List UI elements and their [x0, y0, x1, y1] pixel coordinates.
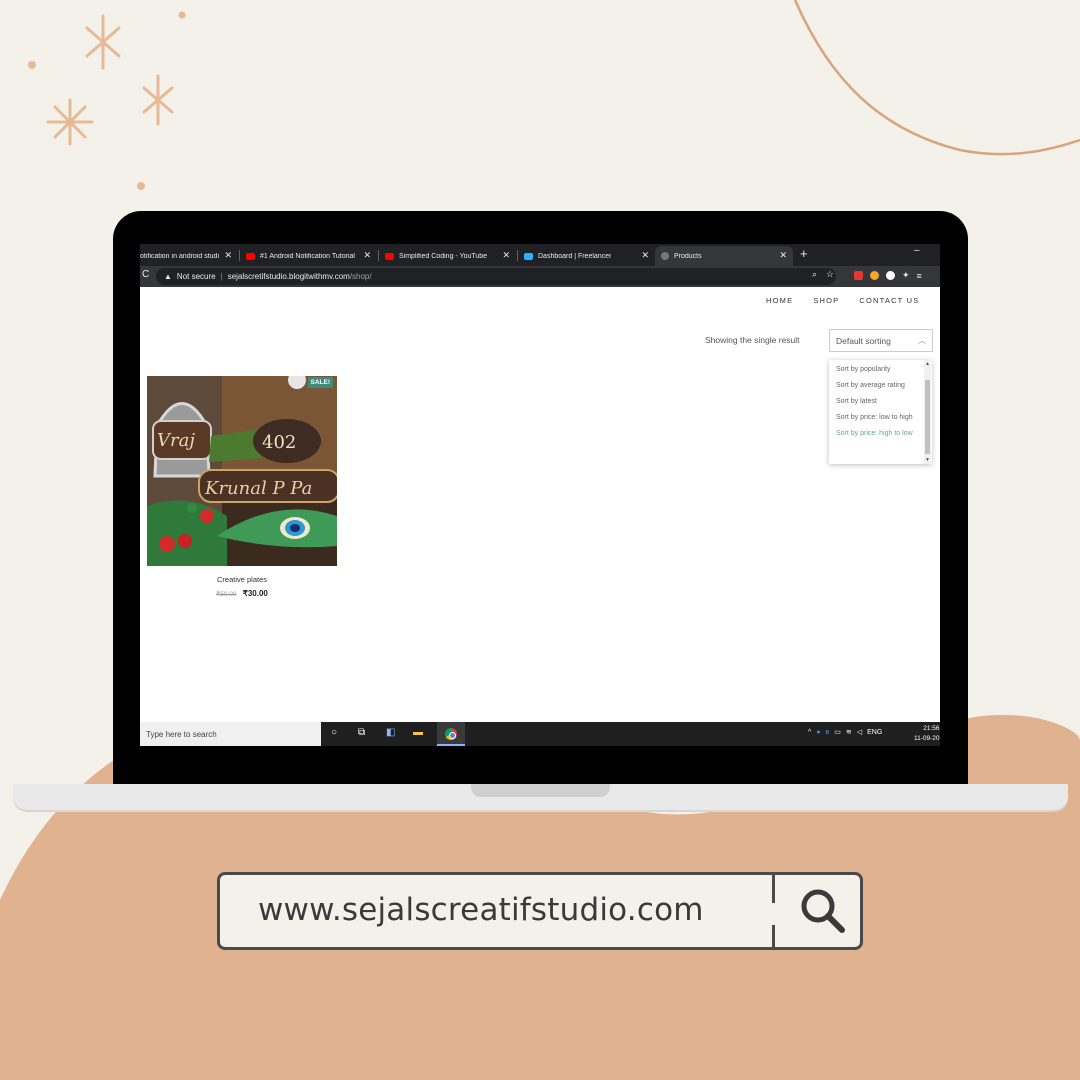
laptop-notch: [471, 784, 610, 797]
scrollbar-thumb[interactable]: [925, 380, 930, 454]
omnibox[interactable]: ▲ Not secure | sejalscretifstudio.blogit…: [156, 268, 836, 285]
volume-icon[interactable]: ◁: [857, 728, 862, 736]
battery-icon[interactable]: ▭: [834, 728, 841, 736]
old-price: ₹50.00: [216, 591, 237, 598]
nav-contact-us[interactable]: CONTACT US: [859, 296, 919, 305]
minimize-button[interactable]: –: [914, 245, 920, 256]
product-image[interactable]: Vraj 402 Krunal P Pa SALE!: [147, 376, 337, 566]
tab-products[interactable]: Products ✕: [655, 246, 793, 266]
close-icon[interactable]: ✕: [779, 250, 787, 261]
tab-label: Dashboard | Freelancer: [538, 252, 612, 260]
sort-selected-value: Default sorting: [836, 335, 891, 346]
sale-badge: SALE!: [307, 377, 333, 388]
wifi-icon[interactable]: ≋: [846, 728, 852, 736]
sort-option-popularity[interactable]: Sort by popularity: [829, 365, 932, 375]
menu-icon[interactable]: ≡: [917, 271, 922, 281]
url-search-banner: www.sejalscreatifstudio.com: [217, 872, 863, 950]
chrome-taskbar-button[interactable]: [437, 722, 465, 746]
cookie-extension-icon[interactable]: [870, 271, 879, 280]
freelancer-icon: [524, 252, 533, 260]
result-count: Showing the single result: [705, 335, 800, 345]
sparkle-icons: [46, 14, 174, 146]
address-bar: C ▲ Not secure | sejalscretifstudio.blog…: [140, 266, 940, 287]
close-icon[interactable]: ✕: [363, 250, 371, 261]
clock-date: 11-09-20: [914, 735, 940, 742]
close-icon[interactable]: ✕: [641, 250, 649, 261]
tab-android-studio[interactable]: otification in android studi ✕: [140, 246, 238, 266]
extension-icon[interactable]: [886, 271, 895, 280]
clock-time: 21:56: [923, 725, 940, 732]
sort-option-price-asc[interactable]: Sort by price: low to high: [829, 413, 932, 423]
file-explorer-icon[interactable]: ▬: [413, 727, 423, 738]
puzzle-icon[interactable]: ✦: [902, 270, 910, 281]
url-host: sejalscretifstudio.blogitwithmv.com: [227, 272, 350, 281]
bluetooth-icon[interactable]: ʙ: [826, 729, 830, 736]
tab-label: Simplified Coding - YouTube: [399, 252, 488, 260]
tray-app-icon[interactable]: ●: [816, 729, 820, 736]
new-tab-button[interactable]: +: [800, 246, 808, 261]
tab-label: Products: [674, 252, 702, 260]
scroll-up-icon[interactable]: ▲: [925, 361, 930, 367]
globe-icon: [661, 252, 669, 260]
plate-text-3: Krunal P Pa: [204, 478, 312, 499]
youtube-icon: [246, 252, 255, 260]
sort-dropdown-list: Sort by popularity Sort by average ratin…: [829, 360, 932, 464]
search-icon: [801, 889, 845, 933]
nav-shop[interactable]: SHOP: [813, 296, 839, 305]
decorative-arc: [793, 0, 1080, 156]
sale-price: ₹30.00: [242, 589, 268, 598]
tab-freelancer[interactable]: Dashboard | Freelancer ✕: [518, 246, 655, 266]
youtube-icon: [385, 252, 394, 260]
sort-select[interactable]: Default sorting ︿: [829, 329, 933, 352]
name-plate-illustration: Vraj 402 Krunal P Pa: [147, 376, 337, 566]
site-nav: HOME SHOP CONTACT US: [766, 296, 919, 305]
shop-page: HOME SHOP CONTACT US Showing the single …: [140, 287, 940, 722]
nav-home[interactable]: HOME: [766, 296, 793, 305]
product-price: ₹50.00 ₹30.00: [147, 589, 337, 598]
system-tray: ^ ● ʙ ▭ ≋ ◁ ENG: [808, 728, 882, 737]
close-icon[interactable]: ✕: [224, 250, 232, 261]
url-path: /shop/: [349, 272, 372, 281]
chrome-icon: [445, 728, 457, 740]
dropdown-scrollbar[interactable]: ▲ ▼: [924, 360, 931, 464]
chevron-up-icon[interactable]: ^: [808, 729, 811, 736]
windows-taskbar: Type here to search ○ ⧉ ◧ ▬ ^ ● ʙ ▭ ≋ ◁ …: [140, 722, 940, 746]
taskbar-search-input[interactable]: Type here to search: [140, 722, 321, 746]
chevron-up-icon: ︿: [918, 336, 926, 345]
sort-option-rating[interactable]: Sort by average rating: [829, 381, 932, 391]
language-indicator[interactable]: ENG: [867, 729, 882, 736]
security-label[interactable]: Not secure: [177, 272, 216, 281]
app-icon[interactable]: ◧: [386, 727, 395, 738]
plate-text-1: Vraj: [157, 430, 195, 451]
browser-tab-bar: otification in android studi ✕ #1 Androi…: [140, 244, 940, 266]
tab-simplified-coding[interactable]: Simplified Coding - YouTube ✕: [379, 246, 516, 266]
cortana-icon[interactable]: ○: [331, 727, 337, 738]
tab-android-notification[interactable]: #1 Android Notification Tutorial ✕: [240, 246, 377, 266]
plate-text-2: 402: [262, 432, 296, 453]
scroll-down-icon[interactable]: ▼: [925, 457, 930, 463]
divider: |: [220, 272, 223, 281]
sort-option-price-desc[interactable]: Sort by price: high to low: [829, 429, 932, 439]
product-name[interactable]: Creative plates: [147, 575, 337, 584]
zoom-icon[interactable]: ⌕: [812, 269, 817, 280]
website-url: www.sejalscreatifstudio.com: [258, 892, 704, 928]
tab-label: #1 Android Notification Tutorial: [260, 252, 355, 260]
sort-option-latest[interactable]: Sort by latest: [829, 397, 932, 407]
tab-label: otification in android studi: [140, 252, 219, 260]
taskbar-clock[interactable]: 21:56 11-09-20: [914, 724, 940, 744]
laptop-screen: otification in android studi ✕ #1 Androi…: [140, 244, 940, 746]
reload-icon[interactable]: C: [142, 269, 149, 280]
task-view-icon[interactable]: ⧉: [358, 727, 365, 738]
product-card[interactable]: Vraj 402 Krunal P Pa SALE! Creative plat…: [147, 376, 337, 598]
extension-icon[interactable]: [854, 271, 863, 280]
close-icon[interactable]: ✕: [502, 250, 510, 261]
warning-icon[interactable]: ▲: [164, 272, 172, 281]
bookmark-star-icon[interactable]: ☆: [826, 269, 834, 280]
